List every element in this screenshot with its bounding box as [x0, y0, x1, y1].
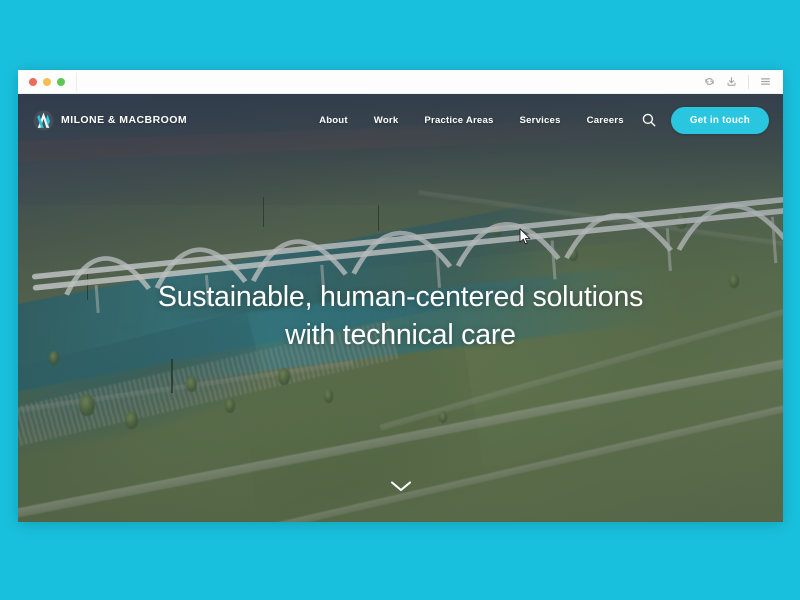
toolbar-divider: [748, 74, 749, 89]
nav-item-practice-areas[interactable]: Practice Areas: [424, 115, 493, 126]
menu-icon[interactable]: [760, 76, 771, 87]
main-navigation: About Work Practice Areas Services Caree…: [319, 115, 624, 126]
brand-name: MILONE & MACBROOM: [61, 114, 188, 126]
headline-line-2: with technical care: [285, 318, 516, 351]
close-window-button[interactable]: [29, 77, 37, 86]
chevron-down-icon[interactable]: [388, 478, 414, 494]
window-traffic-lights: [18, 77, 65, 86]
hero-content: Sustainable, human-centered solutions wi…: [18, 279, 783, 354]
maximize-window-button[interactable]: [57, 77, 65, 86]
page-title: Sustainable, human-centered solutions wi…: [58, 279, 743, 354]
mountain-logo-icon: [33, 110, 54, 131]
browser-toolbar-tools: [704, 74, 783, 89]
hero-section: MILONE & MACBROOM About Work Practice Ar…: [18, 94, 783, 522]
get-in-touch-button[interactable]: Get in touch: [670, 106, 769, 134]
site-header: MILONE & MACBROOM About Work Practice Ar…: [18, 94, 783, 146]
minimize-window-button[interactable]: [43, 77, 51, 86]
nav-item-careers[interactable]: Careers: [587, 115, 624, 126]
refresh-icon[interactable]: [704, 76, 715, 87]
download-icon[interactable]: [726, 76, 737, 87]
nav-item-services[interactable]: Services: [520, 115, 561, 126]
browser-titlebar: [18, 70, 783, 94]
nav-item-work[interactable]: Work: [374, 115, 399, 126]
titlebar-divider: [76, 70, 77, 94]
brand-logo[interactable]: MILONE & MACBROOM: [33, 110, 187, 131]
nav-item-about[interactable]: About: [319, 115, 348, 126]
header-actions: Get in touch: [641, 106, 769, 134]
browser-window: MILONE & MACBROOM About Work Practice Ar…: [18, 70, 783, 522]
headline-line-1: Sustainable, human-centered solutions: [157, 281, 644, 313]
search-icon[interactable]: [641, 112, 657, 128]
